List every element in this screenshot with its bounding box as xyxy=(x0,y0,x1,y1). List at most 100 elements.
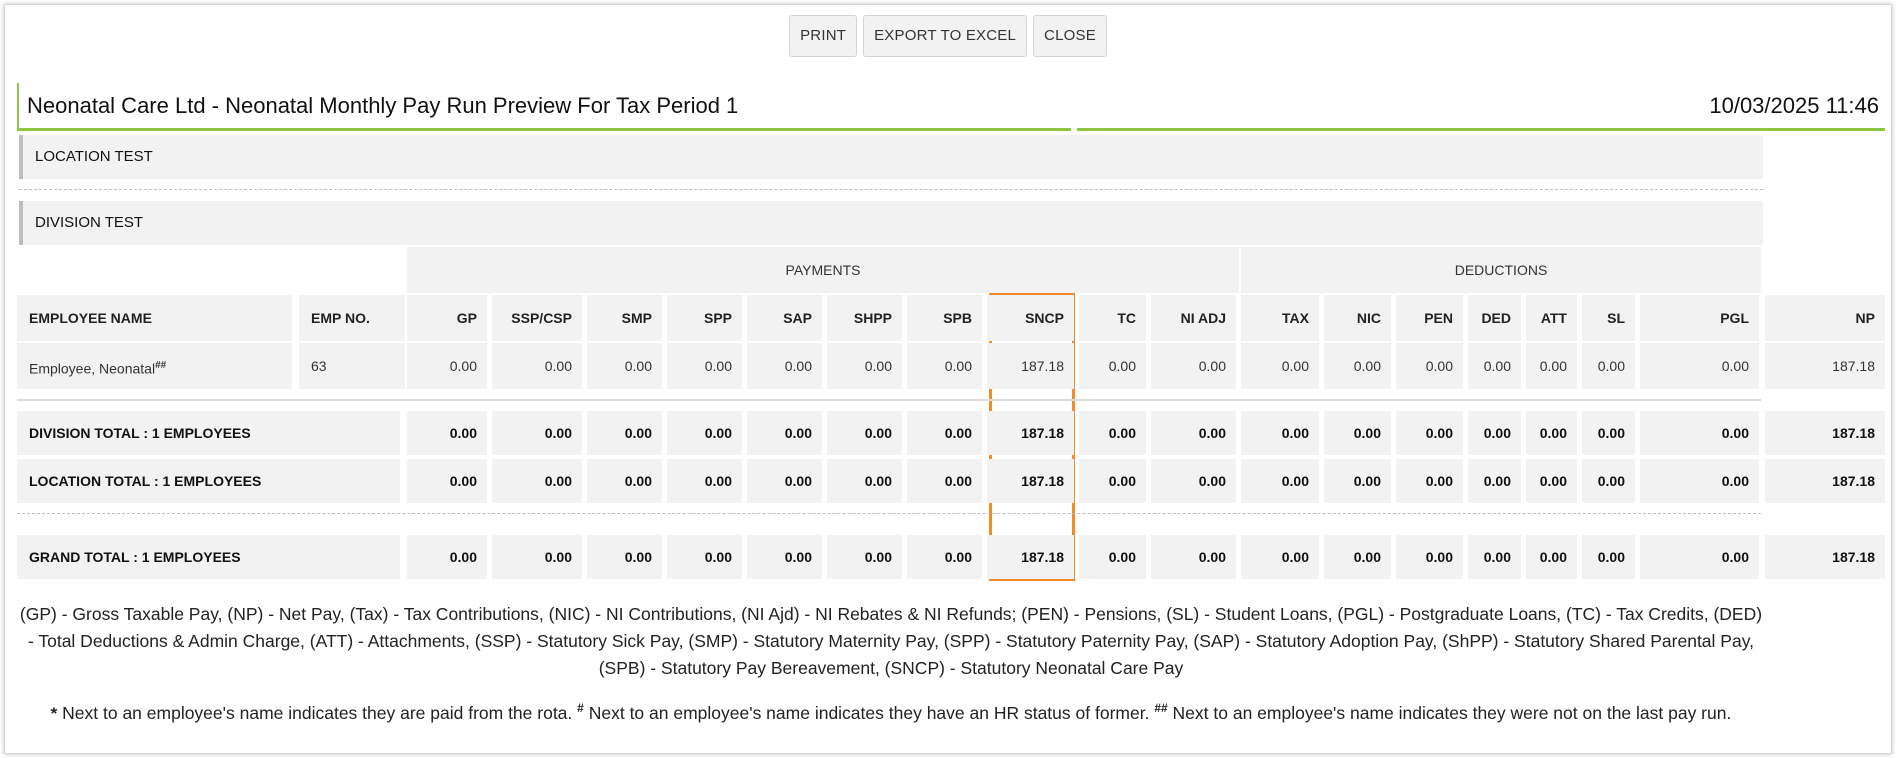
location-total-att: 0.00 xyxy=(1526,459,1577,503)
employee-smp-value: 0.00 xyxy=(587,343,662,389)
grand-total-nic: 0.00 xyxy=(1324,535,1391,579)
table-divider xyxy=(17,399,1761,401)
new-marker: ## xyxy=(1154,701,1168,715)
employee-shpp-value: 0.00 xyxy=(827,343,902,389)
employee-gp-value: 0.00 xyxy=(407,343,487,389)
employee-emp-no--value: 63 xyxy=(299,343,405,389)
header-divider-left xyxy=(19,128,1071,131)
employee-sncp-value: 187.18 xyxy=(987,343,1074,389)
column-header-att: ATT xyxy=(1526,295,1577,341)
employee-spb-value: 0.00 xyxy=(907,343,982,389)
employee-att-value: 0.00 xyxy=(1526,343,1577,389)
column-header-nic: NIC xyxy=(1324,295,1391,341)
markers-legend: * Next to an employee's name indicates t… xyxy=(19,695,1763,727)
employee-sap-value: 0.00 xyxy=(747,343,822,389)
toolbar: PRINT EXPORT TO EXCEL CLOSE xyxy=(5,15,1891,57)
employee-tc-value: 0.00 xyxy=(1079,343,1146,389)
location-total-pgl: 0.00 xyxy=(1640,459,1759,503)
column-header-sl: SL xyxy=(1582,295,1635,341)
employee-name: Employee, Neonatal xyxy=(29,360,156,377)
rota-marker: * xyxy=(50,703,58,723)
column-header-ni-adj: NI ADJ xyxy=(1151,295,1236,341)
division-total-ded: 0.00 xyxy=(1468,411,1521,455)
location-total-ded: 0.00 xyxy=(1468,459,1521,503)
employee-ded-value: 0.00 xyxy=(1468,343,1521,389)
location-total-tc: 0.00 xyxy=(1079,459,1146,503)
employee-pgl-value: 0.00 xyxy=(1640,343,1759,389)
division-total-spp: 0.00 xyxy=(667,411,742,455)
location-total-sncp: 187.18 xyxy=(987,459,1074,503)
column-header-spp: SPP xyxy=(667,295,742,341)
division-total-spb: 0.00 xyxy=(907,411,982,455)
column-header-ded: DED xyxy=(1468,295,1521,341)
grand-total-pen: 0.00 xyxy=(1396,535,1463,579)
grand-total-ded: 0.00 xyxy=(1468,535,1521,579)
location-total-spp: 0.00 xyxy=(667,459,742,503)
division-total-ssp-csp: 0.00 xyxy=(492,411,582,455)
employee-ssp-csp-value: 0.00 xyxy=(492,343,582,389)
column-header-pen: PEN xyxy=(1396,295,1463,341)
division-total-label: DIVISION TOTAL : 1 EMPLOYEES xyxy=(17,411,400,455)
division-total-pgl: 0.00 xyxy=(1640,411,1759,455)
employee-nic-value: 0.00 xyxy=(1324,343,1391,389)
location-total-label: LOCATION TOTAL : 1 EMPLOYEES xyxy=(17,459,400,503)
location-total-pen: 0.00 xyxy=(1396,459,1463,503)
report-window: PRINT EXPORT TO EXCEL CLOSE Neonatal Car… xyxy=(4,4,1892,754)
division-total-np: 187.18 xyxy=(1765,411,1885,455)
division-total-ni-adj: 0.00 xyxy=(1151,411,1236,455)
division-total-pen: 0.00 xyxy=(1396,411,1463,455)
location-total-gp: 0.00 xyxy=(407,459,487,503)
location-section-header: LOCATION TEST xyxy=(19,135,1763,179)
former-note: Next to an employee's name indicates the… xyxy=(588,702,1150,723)
close-button[interactable]: CLOSE xyxy=(1033,15,1107,57)
grand-total-sap: 0.00 xyxy=(747,535,822,579)
print-button[interactable]: PRINT xyxy=(789,15,858,57)
grand-total-spb: 0.00 xyxy=(907,535,982,579)
new-note: Next to an employee's name indicates the… xyxy=(1172,702,1732,723)
employee-np-value: 187.18 xyxy=(1765,343,1885,389)
location-total-spb: 0.00 xyxy=(907,459,982,503)
not-on-last-pay-run-marker: ## xyxy=(155,360,167,371)
grand-total-shpp: 0.00 xyxy=(827,535,902,579)
location-total-ssp-csp: 0.00 xyxy=(492,459,582,503)
division-total-gp: 0.00 xyxy=(407,411,487,455)
deductions-group-header: DEDUCTIONS xyxy=(1241,247,1761,293)
grand-total-sncp: 187.18 xyxy=(987,535,1074,579)
report-datetime: 10/03/2025 11:46 xyxy=(1709,93,1879,118)
division-total-nic: 0.00 xyxy=(1324,411,1391,455)
division-total-smp: 0.00 xyxy=(587,411,662,455)
export-to-excel-button[interactable]: EXPORT TO EXCEL xyxy=(863,15,1028,57)
location-total-shpp: 0.00 xyxy=(827,459,902,503)
column-header-np: NP xyxy=(1765,295,1885,341)
grand-total-spp: 0.00 xyxy=(667,535,742,579)
grand-total-ni-adj: 0.00 xyxy=(1151,535,1236,579)
location-total-np: 187.18 xyxy=(1765,459,1885,503)
location-total-sap: 0.00 xyxy=(747,459,822,503)
division-section-header: DIVISION TEST xyxy=(19,201,1763,245)
employee-name-cell: Employee, Neonatal## xyxy=(17,343,292,389)
employee-pen-value: 0.00 xyxy=(1396,343,1463,389)
location-total-nic: 0.00 xyxy=(1324,459,1391,503)
location-total-tax: 0.00 xyxy=(1241,459,1319,503)
rota-note: Next to an employee's name indicates the… xyxy=(62,702,573,723)
column-header-employee-name: EMPLOYEE NAME xyxy=(17,295,292,341)
employee-ni-adj-value: 0.00 xyxy=(1151,343,1236,389)
employee-spp-value: 0.00 xyxy=(667,343,742,389)
grand-total-ssp-csp: 0.00 xyxy=(492,535,582,579)
column-header-tc: TC xyxy=(1079,295,1146,341)
column-header-shpp: SHPP xyxy=(827,295,902,341)
division-total-att: 0.00 xyxy=(1526,411,1577,455)
division-total-tax: 0.00 xyxy=(1241,411,1319,455)
location-total-ni-adj: 0.00 xyxy=(1151,459,1236,503)
payments-group-header: PAYMENTS xyxy=(407,247,1239,293)
grand-total-tax: 0.00 xyxy=(1241,535,1319,579)
former-marker: # xyxy=(577,701,584,715)
table-divider xyxy=(17,513,1761,514)
grand-total-att: 0.00 xyxy=(1526,535,1577,579)
column-header-pgl: PGL xyxy=(1640,295,1759,341)
column-header-spb: SPB xyxy=(907,295,982,341)
report-header: Neonatal Care Ltd - Neonatal Monthly Pay… xyxy=(17,83,1885,131)
abbreviations-legend: (GP) - Gross Taxable Pay, (NP) - Net Pay… xyxy=(19,604,1763,678)
column-header-emp-no-: EMP NO. xyxy=(299,295,405,341)
column-header-sncp: SNCP xyxy=(987,295,1074,341)
